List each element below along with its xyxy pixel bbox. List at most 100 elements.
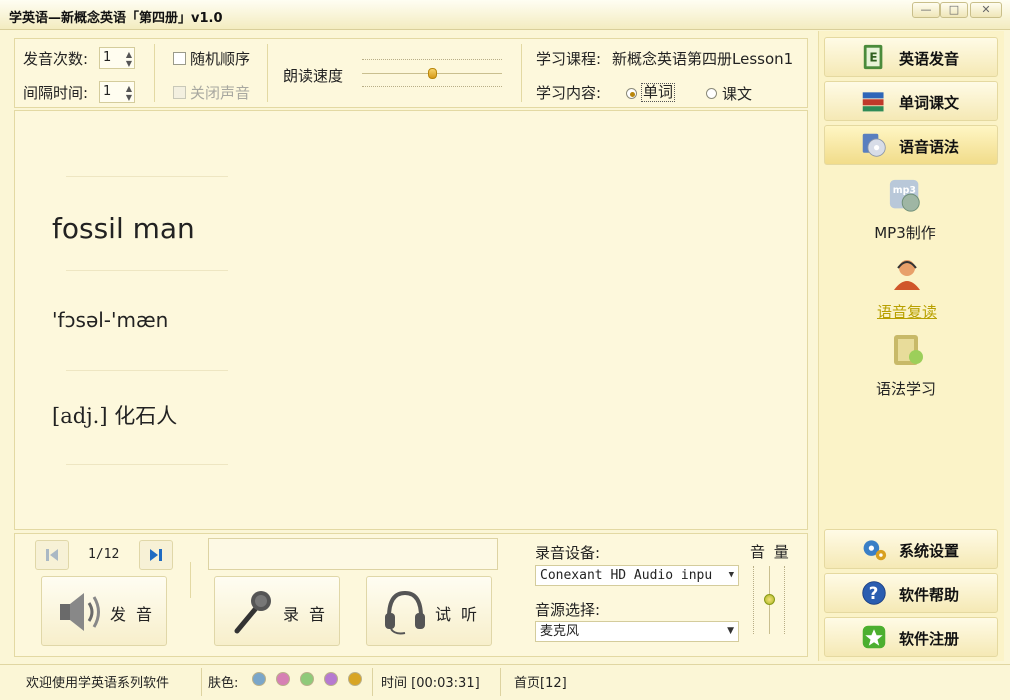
play-count-label: 发音次数: xyxy=(23,50,89,68)
source-select[interactable]: 麦克风 ▼ xyxy=(535,621,739,642)
skin-color-swatch[interactable] xyxy=(300,672,314,686)
sidebar-sub-grammar[interactable]: 语法学习 xyxy=(846,378,966,399)
welcome-text: 欢迎使用学英语系列软件 xyxy=(26,676,170,691)
stepper-down-icon[interactable]: ▼ xyxy=(126,60,132,68)
random-order-checkbox[interactable] xyxy=(173,52,186,65)
headphones-icon xyxy=(385,590,425,635)
dropdown-arrow-icon: ▼ xyxy=(727,626,734,636)
record-label: 录音 xyxy=(283,605,336,624)
divider xyxy=(190,562,191,598)
phonetic-text: 'fɔsəl-'mæn xyxy=(52,308,169,332)
help-icon: ? xyxy=(862,581,886,605)
speed-slider-thumb[interactable] xyxy=(428,68,437,79)
speak-label: 发音 xyxy=(110,605,163,624)
sidebar-item-help[interactable]: ? 软件帮助 xyxy=(824,573,998,613)
word-radio[interactable] xyxy=(626,88,637,99)
volume-slider-thumb[interactable] xyxy=(764,594,775,605)
word-radio-label[interactable]: 单词 xyxy=(641,83,676,102)
record-button[interactable]: 录音 xyxy=(214,576,340,646)
sidebar-label: 语音语法 xyxy=(899,138,960,156)
close-button[interactable]: ✕ xyxy=(970,2,1002,18)
source-label: 音源选择: xyxy=(535,601,601,619)
text-radio-label[interactable]: 课文 xyxy=(722,83,752,104)
window-title: 学英语—新概念英语「第四册」v1.0 xyxy=(9,11,223,26)
mp3-icon[interactable]: mp3 xyxy=(888,178,924,214)
sidebar-item-words-texts[interactable]: 单词课文 xyxy=(824,81,998,121)
speaker-icon xyxy=(60,593,100,631)
mute-checkbox[interactable] xyxy=(173,86,186,99)
next-icon xyxy=(150,549,162,561)
skin-label: 肤色: xyxy=(208,676,239,691)
mute-label: 关闭声音 xyxy=(190,84,251,102)
sidebar-item-settings[interactable]: 系统设置 xyxy=(824,529,998,569)
gears-icon xyxy=(863,540,887,561)
progress-box xyxy=(208,538,498,570)
record-device-label: 录音设备: xyxy=(535,544,601,562)
stepper-down-icon[interactable]: ▼ xyxy=(126,94,132,102)
sidebar-sub-mp3[interactable]: MP3制作 xyxy=(845,222,965,243)
divider xyxy=(521,44,522,102)
sidebar-label: 系统设置 xyxy=(899,542,960,560)
sidebar-label: 英语发音 xyxy=(899,50,960,68)
headset-person-icon[interactable] xyxy=(889,256,925,292)
skin-color-swatch[interactable] xyxy=(252,672,266,686)
notebook-icon[interactable] xyxy=(890,333,926,369)
listen-button[interactable]: 试听 xyxy=(366,576,492,646)
audio-cd-icon xyxy=(862,133,886,157)
skin-color-swatch[interactable] xyxy=(348,672,362,686)
time-display: 时间 [00:03:31] xyxy=(381,676,480,691)
english-book-icon: E xyxy=(863,44,883,70)
sidebar-item-register[interactable]: 软件注册 xyxy=(824,617,998,657)
register-icon xyxy=(862,625,886,649)
divider xyxy=(372,668,373,696)
random-order-label: 随机顺序 xyxy=(190,50,251,68)
skin-color-swatch[interactable] xyxy=(324,672,338,686)
next-button[interactable] xyxy=(139,540,173,570)
stepper-up-icon[interactable]: ▲ xyxy=(126,51,132,59)
previous-button[interactable] xyxy=(35,540,69,570)
listen-label: 试听 xyxy=(435,605,488,624)
interval-value: 1 xyxy=(103,84,112,99)
course-value: 新概念英语第四册Lesson1 xyxy=(612,50,794,68)
page-display: 首页[12] xyxy=(514,676,567,691)
stepper-up-icon[interactable]: ▲ xyxy=(126,85,132,93)
microphone-icon xyxy=(234,591,271,634)
speak-button[interactable]: 发音 xyxy=(41,576,167,646)
source-value: 麦克风 xyxy=(540,624,580,639)
sidebar-label: 软件注册 xyxy=(899,630,960,648)
record-device-select[interactable]: Conexant HD Audio inpu ▼ xyxy=(535,565,739,586)
play-count-value: 1 xyxy=(103,50,112,65)
minimize-button[interactable]: — xyxy=(912,2,940,18)
content-label: 学习内容: xyxy=(536,84,602,102)
speed-track-top xyxy=(362,59,502,60)
separator-line xyxy=(66,270,228,271)
interval-label: 间隔时间: xyxy=(23,84,89,102)
dropdown-arrow-icon: ▼ xyxy=(728,570,734,580)
course-label: 学习课程: xyxy=(536,50,602,68)
speed-track-bottom xyxy=(362,86,502,87)
svg-text:?: ? xyxy=(869,584,879,603)
separator-line xyxy=(66,176,228,177)
sidebar-sub-repeat[interactable]: 语音复读 xyxy=(847,301,967,322)
volume-track-left xyxy=(753,566,754,634)
play-count-stepper[interactable]: 1 ▲ ▼ xyxy=(99,47,135,69)
svg-text:E: E xyxy=(869,51,877,65)
skin-color-swatch[interactable] xyxy=(276,672,290,686)
divider xyxy=(500,668,501,696)
sidebar-item-english-pronunciation[interactable]: E 英语发音 xyxy=(824,37,998,77)
sidebar-label: 软件帮助 xyxy=(899,586,960,604)
interval-stepper[interactable]: 1 ▲ ▼ xyxy=(99,81,135,103)
volume-label: 音 量 xyxy=(750,543,791,561)
maximize-button[interactable]: □ xyxy=(940,2,968,18)
divider xyxy=(154,44,155,102)
word-text: fossil man xyxy=(52,212,195,245)
record-device-value: Conexant HD Audio inpu xyxy=(540,568,713,583)
speed-label: 朗读速度 xyxy=(283,67,344,85)
books-icon xyxy=(862,92,884,112)
divider xyxy=(201,668,202,696)
text-radio[interactable] xyxy=(706,88,717,99)
separator-line xyxy=(66,464,228,465)
volume-track-right xyxy=(784,566,785,634)
sidebar-item-phonetics-grammar[interactable]: 语音语法 xyxy=(824,125,998,165)
separator-line xyxy=(66,370,228,371)
